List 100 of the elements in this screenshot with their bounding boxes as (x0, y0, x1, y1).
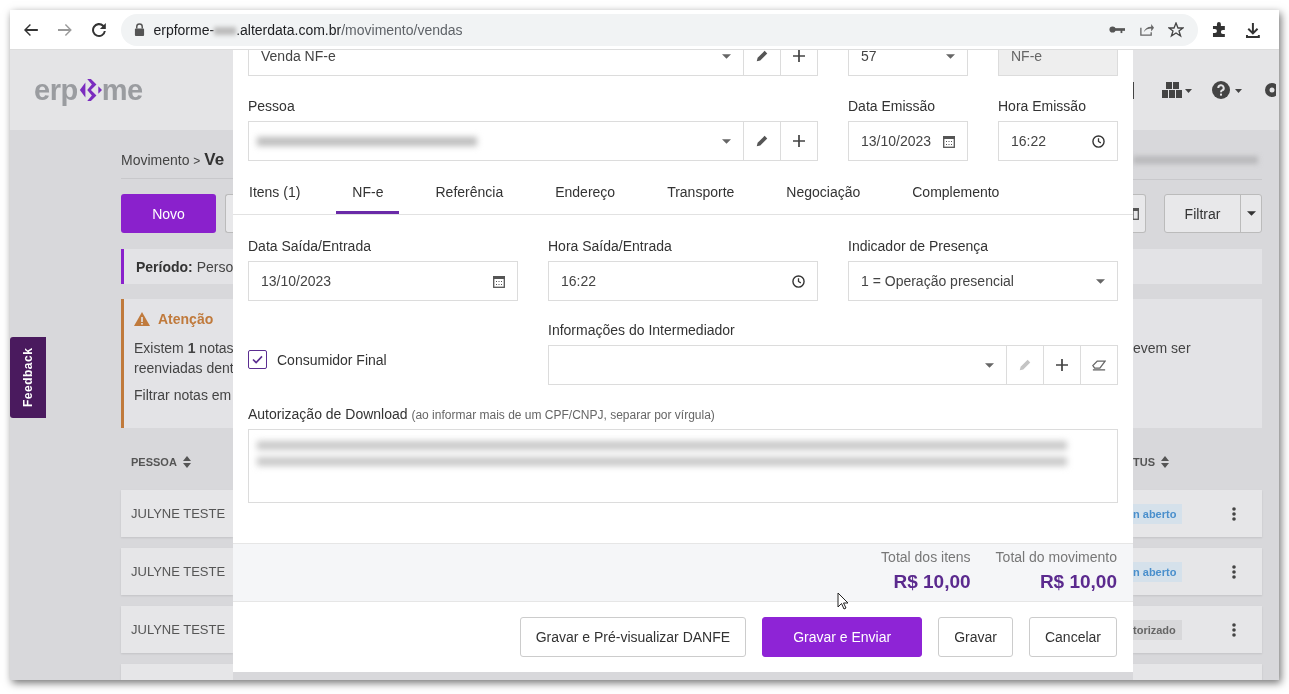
field-label: Hora Emissão (998, 97, 1087, 115)
calendar-icon (1133, 207, 1139, 220)
sort-icon[interactable] (182, 456, 191, 468)
tab[interactable]: Transporte (651, 169, 751, 214)
date-field[interactable]: 13/10/2023 (248, 261, 518, 301)
breadcrumb-link[interactable]: Movimento (121, 152, 190, 168)
caret-icon (722, 138, 731, 144)
boxes-icon[interactable] (1162, 82, 1192, 98)
date-button[interactable] (1133, 194, 1146, 233)
field-label: Data Emissão (848, 97, 937, 115)
share-icon[interactable] (1139, 22, 1155, 37)
lock-icon (134, 23, 146, 36)
alert-title: Atenção (158, 311, 214, 327)
period-label: Período: (136, 258, 193, 275)
back-icon[interactable] (23, 21, 39, 38)
sort-icon[interactable] (1161, 456, 1169, 468)
table-row[interactable]: torizado (1133, 606, 1262, 653)
pencil-icon (1018, 358, 1032, 372)
alert-text: evem ser (1133, 340, 1191, 356)
reload-icon[interactable] (90, 21, 107, 38)
total-label: Total dos itens (881, 549, 971, 565)
total-label: Total do movimento (995, 549, 1117, 565)
settings-icon[interactable] (1262, 81, 1276, 99)
field-label: Informações do Intermediador (548, 321, 736, 339)
puzzle-icon[interactable] (1211, 21, 1228, 38)
dialog-button[interactable]: Gravar e Enviar (762, 617, 923, 657)
checkbox-label[interactable]: Consumidor Final (277, 351, 387, 368)
pencil-icon (755, 134, 769, 148)
more-icon[interactable] (1232, 506, 1236, 521)
eraser-icon (1092, 359, 1106, 371)
table-cell: JULYNE TESTE (131, 506, 226, 521)
total-value: R$ 10,00 (1039, 571, 1117, 593)
time-field[interactable]: 16:22 (548, 261, 818, 301)
column-header[interactable]: PESSOA (131, 456, 177, 468)
status-badge: n aberto (1133, 503, 1183, 524)
calendar-icon (493, 274, 505, 288)
plus-icon (793, 135, 805, 147)
caret-icon (722, 53, 731, 59)
operation-select[interactable]: Venda NF-e (248, 50, 744, 76)
table-cell: JULYNE TESTE (131, 564, 226, 579)
forward-icon[interactable] (56, 21, 73, 38)
tab[interactable]: Endereço (539, 169, 632, 214)
alert-text: Filtrar notas em (134, 387, 233, 403)
checkbox[interactable] (248, 350, 267, 369)
help-icon[interactable] (1212, 81, 1242, 99)
address-bar[interactable]: erpforme- .alterdata.com.br/movimento/vendas (121, 13, 1199, 46)
clock-icon (792, 274, 805, 288)
dialog-button[interactable]: Cancelar (1028, 617, 1117, 657)
table-row[interactable]: JULYNE TESTE (121, 490, 233, 537)
feedback-tab[interactable]: Feedback (10, 337, 46, 418)
model-field: NF-e (998, 50, 1118, 76)
url-text: erpforme- .alterdata.com.br/movimento/vendas (153, 21, 463, 38)
more-icon[interactable] (1232, 564, 1236, 579)
series-select[interactable]: 57 (848, 50, 968, 76)
field-label: Indicador de Presença (848, 237, 990, 255)
new-button[interactable]: Novo (121, 194, 216, 233)
presence-select[interactable]: 1 = Operação presencial (848, 261, 1118, 301)
download-icon[interactable] (1245, 21, 1261, 38)
edit-button[interactable] (744, 121, 781, 161)
dialog-button[interactable]: Gravar e Pré-visualizar DANFE (519, 617, 747, 657)
star-icon[interactable] (1168, 21, 1185, 38)
plus-icon (793, 50, 805, 62)
table-cell: JULYNE TESTE (131, 622, 226, 637)
status-badge: torizado (1133, 619, 1182, 640)
breadcrumb-separator: > (193, 154, 201, 168)
key-icon[interactable] (1109, 25, 1126, 34)
add-button[interactable] (781, 121, 818, 161)
more-icon[interactable] (1232, 622, 1236, 637)
table-row[interactable]: JULYNE TESTE (121, 548, 233, 595)
add-button[interactable] (1044, 345, 1081, 385)
caret-icon (1096, 278, 1105, 284)
field-label: Data Saída/Entrada (248, 237, 372, 255)
dialog-button[interactable]: Gravar (938, 617, 1013, 657)
page-title: Ve (204, 150, 225, 169)
table-row[interactable]: JULYNE TESTE (121, 606, 233, 653)
field-label: Autorização de Download (ao informar mais de um CPF/CNPJ, separar por vírgula) (248, 405, 716, 423)
eraser-button[interactable] (1081, 345, 1118, 385)
alert-text: Existem 1 notas reenviadas dent (134, 339, 233, 378)
period-value: Perso (195, 258, 233, 275)
total-value: R$ 10,00 (893, 571, 971, 593)
caret-icon (946, 53, 955, 59)
field-label: Hora Saída/Entrada (548, 237, 673, 255)
warning-icon (134, 312, 150, 326)
date-field[interactable]: 13/10/2023 (848, 121, 968, 161)
tab[interactable]: Complemento (896, 169, 1016, 214)
download-authorization-field[interactable] (248, 429, 1118, 503)
field-label: Pessoa (248, 97, 296, 115)
check-icon (252, 355, 263, 364)
tab[interactable]: NF-e (336, 169, 400, 214)
caret-icon (1246, 211, 1256, 216)
tab[interactable]: Referência (419, 169, 520, 214)
time-field[interactable]: 16:22 (998, 121, 1118, 161)
plus-icon (1056, 359, 1068, 371)
tab[interactable]: Negociação (770, 169, 877, 214)
column-header[interactable]: TUS (1133, 456, 1155, 468)
calendar-icon (943, 134, 955, 148)
caret-icon (985, 362, 994, 368)
status-badge: n aberto (1133, 561, 1183, 582)
clock-icon (1092, 134, 1105, 148)
tab[interactable]: Itens (1) (233, 169, 317, 214)
